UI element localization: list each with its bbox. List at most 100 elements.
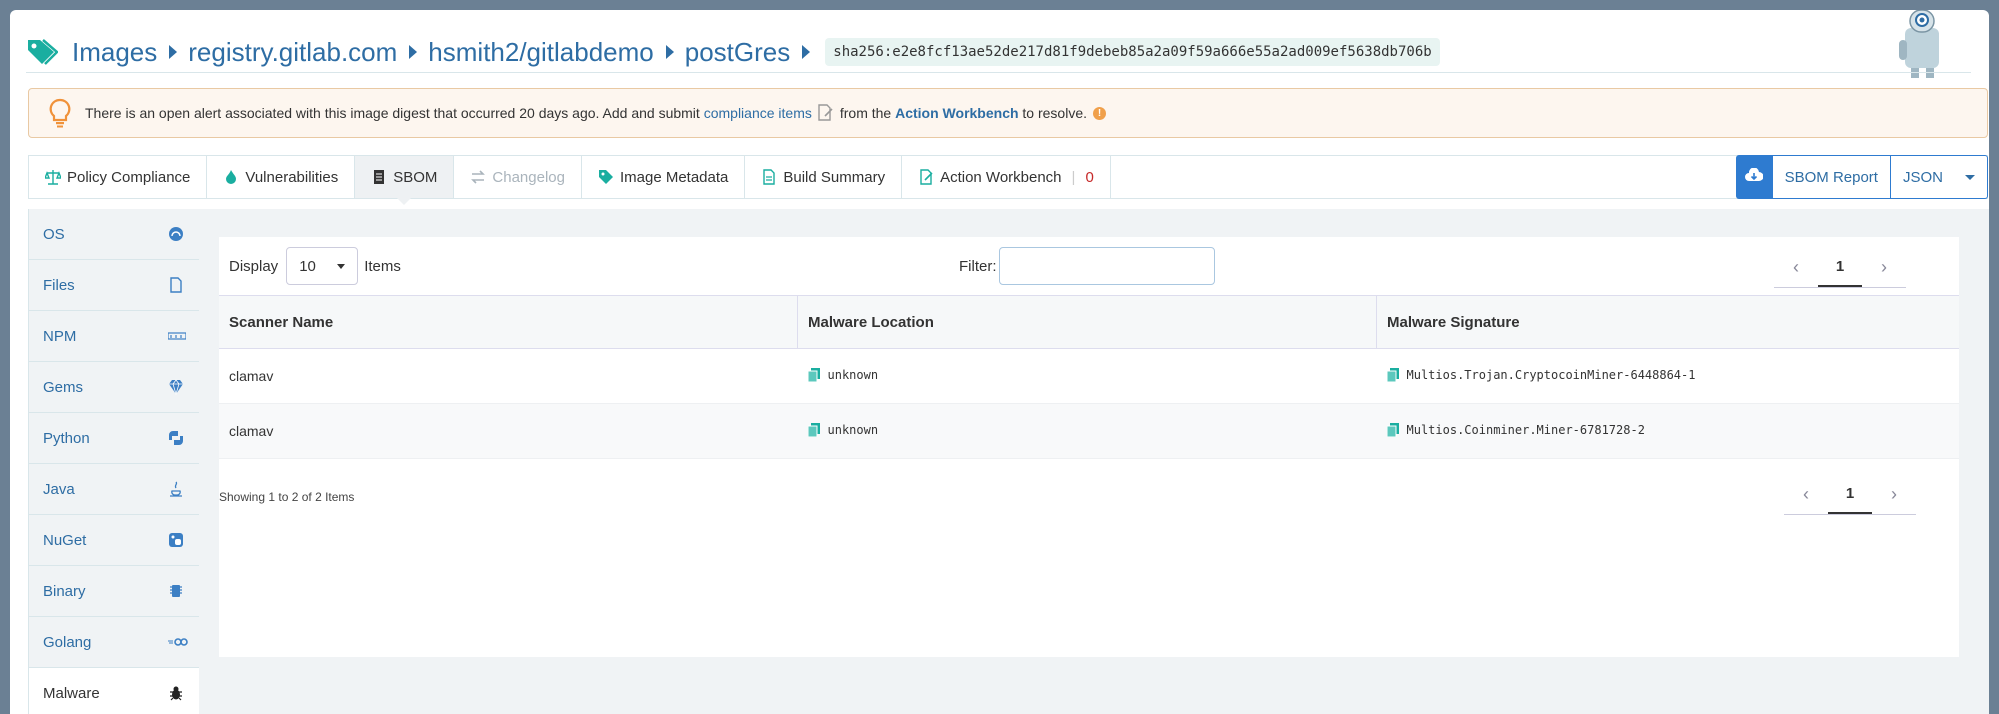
tab-build-summary[interactable]: Build Summary	[745, 156, 903, 198]
tab-image-metadata[interactable]: Image Metadata	[582, 156, 746, 198]
table-row: clamav unknown Multios.Trojan.Cryptocoin…	[219, 348, 1959, 404]
tab-label: Image Metadata	[619, 168, 729, 186]
sidebar-item-files[interactable]: Files	[29, 260, 199, 311]
sidebar-item-malware[interactable]: Malware	[29, 668, 199, 714]
tab-label: Action Workbench	[940, 168, 1062, 186]
malware-location-cell: unknown	[797, 348, 1377, 404]
filter-input[interactable]	[998, 247, 1215, 285]
chevron-right-icon	[802, 45, 811, 59]
chevron-right-icon[interactable]: ›	[1862, 257, 1906, 278]
page-number-button[interactable]: 1	[1818, 247, 1862, 287]
table-controls: Display 10 Items Filter: ‹ 1 ›	[219, 237, 1959, 295]
tab-vulnerabilities[interactable]: Vulnerabilities	[207, 156, 356, 198]
table-row: clamav unknown Multios.Coinminer.Miner-6…	[219, 403, 1959, 459]
items-label: Items	[364, 257, 401, 275]
copy-icon[interactable]	[807, 422, 820, 437]
tag-icon	[598, 169, 614, 185]
lightbulb-icon	[49, 98, 71, 128]
tab-policy-compliance[interactable]: Policy Compliance	[29, 156, 208, 198]
chevron-left-icon[interactable]: ‹	[1784, 484, 1828, 505]
header-divider	[26, 72, 1971, 73]
scanner-name-cell: clamav	[219, 403, 798, 459]
golang-icon	[168, 634, 188, 650]
chevron-right-icon	[665, 45, 674, 59]
sidebar-item-os[interactable]: OS	[29, 209, 199, 260]
sbom-tab-bar: Policy Compliance Vulnerabilities SBOM C…	[28, 155, 1988, 205]
chip-icon	[168, 583, 184, 599]
malware-location-cell: unknown	[797, 403, 1377, 459]
sidebar-item-gems[interactable]: Gems	[29, 362, 199, 413]
flame-icon	[223, 169, 239, 185]
robot-mascot-icon	[1881, 10, 1961, 80]
chevron-right-icon[interactable]: ›	[1872, 484, 1916, 505]
sidebar-item-label: NuGet	[43, 531, 87, 549]
sidebar-item-java[interactable]: Java	[29, 464, 199, 515]
sidebar-item-nuget[interactable]: NuGet	[29, 515, 199, 566]
malware-table: Scanner Name Malware Location Malware Si…	[219, 295, 1959, 459]
breadcrumb-tag[interactable]: postGres	[685, 37, 791, 68]
filter-control: Filter:	[959, 247, 1215, 285]
nuget-icon	[168, 532, 184, 548]
tab-label: Policy Compliance	[67, 168, 191, 186]
page-size-select[interactable]: 10	[286, 247, 359, 285]
breadcrumb-registry[interactable]: registry.gitlab.com	[188, 37, 397, 68]
caret-down-icon	[1965, 174, 1975, 180]
column-header-malware-location[interactable]: Malware Location	[797, 295, 1377, 349]
caret-down-icon	[337, 263, 346, 269]
tab-changelog: Changelog	[454, 156, 582, 198]
action-workbench-link[interactable]: Action Workbench	[895, 105, 1018, 121]
copy-icon[interactable]	[1386, 367, 1399, 382]
sidebar-item-label: Gems	[43, 378, 84, 396]
action-count-badge: 0	[1085, 168, 1094, 186]
tags-icon	[26, 35, 60, 69]
pagination-top: ‹ 1 ›	[1774, 247, 1906, 288]
format-label: JSON	[1902, 168, 1943, 186]
malware-signature-value: Multios.Trojan.CryptocoinMiner-6448864-1	[1406, 367, 1696, 382]
tab-sbom[interactable]: SBOM	[355, 156, 455, 205]
page-number-button[interactable]: 1	[1828, 474, 1872, 514]
chevron-right-icon	[409, 45, 418, 59]
sbom-report-button[interactable]: SBOM Report	[1771, 155, 1891, 199]
sidebar-item-npm[interactable]: NPM	[29, 311, 199, 362]
document-icon	[371, 169, 387, 185]
balance-scale-icon	[43, 169, 63, 185]
sidebar-item-label: Malware	[43, 684, 100, 702]
page-size-control: Display 10 Items	[229, 247, 401, 285]
tab-label: Changelog	[492, 168, 565, 186]
copy-icon[interactable]	[807, 367, 820, 382]
info-icon[interactable]: !	[1093, 106, 1107, 120]
filter-label: Filter:	[959, 257, 997, 275]
edit-file-icon	[918, 169, 934, 185]
image-digest: sha256:e2e8fcf13ae52de217d81f9debeb85a2a…	[825, 38, 1440, 66]
display-label: Display	[229, 257, 279, 275]
sbom-content: OS Files NPM Gems Python Java NuGet Bina…	[28, 209, 1989, 714]
download-report-button[interactable]	[1735, 155, 1772, 199]
sidebar-item-python[interactable]: Python	[29, 413, 199, 464]
chevron-left-icon[interactable]: ‹	[1774, 257, 1818, 278]
alert-text-end: to resolve.	[1022, 105, 1088, 121]
showing-count: Showing 1 to 2 of 2 Items	[219, 490, 355, 504]
copy-icon[interactable]	[1386, 422, 1399, 437]
malware-panel: Display 10 Items Filter: ‹ 1 › Scanner N…	[219, 237, 1959, 657]
sidebar-item-golang[interactable]: Golang	[29, 617, 199, 668]
column-header-scanner-name[interactable]: Scanner Name	[219, 295, 798, 349]
sidebar-item-label: Python	[43, 429, 90, 447]
edit-file-icon	[816, 104, 834, 122]
sidebar-item-binary[interactable]: Binary	[29, 566, 199, 617]
format-dropdown[interactable]: JSON	[1890, 155, 1988, 199]
npm-icon	[167, 328, 187, 344]
malware-location-value: unknown	[827, 422, 879, 437]
compliance-items-link[interactable]: compliance items	[704, 105, 812, 121]
scanner-name-cell: clamav	[219, 348, 798, 404]
breadcrumb-images[interactable]: Images	[72, 37, 157, 68]
column-header-malware-signature[interactable]: Malware Signature	[1376, 295, 1959, 349]
os-icon	[168, 226, 184, 242]
file-icon	[761, 169, 777, 185]
sidebar-item-label: Files	[43, 276, 75, 294]
sidebar-item-label: Java	[43, 480, 75, 498]
pagination-bottom: ‹ 1 ›	[1784, 474, 1916, 515]
file-icon	[168, 277, 184, 293]
breadcrumb-repo[interactable]: hsmith2/gitlabdemo	[428, 37, 653, 68]
python-icon	[168, 430, 184, 446]
tab-action-workbench[interactable]: Action Workbench | 0	[902, 156, 1111, 198]
